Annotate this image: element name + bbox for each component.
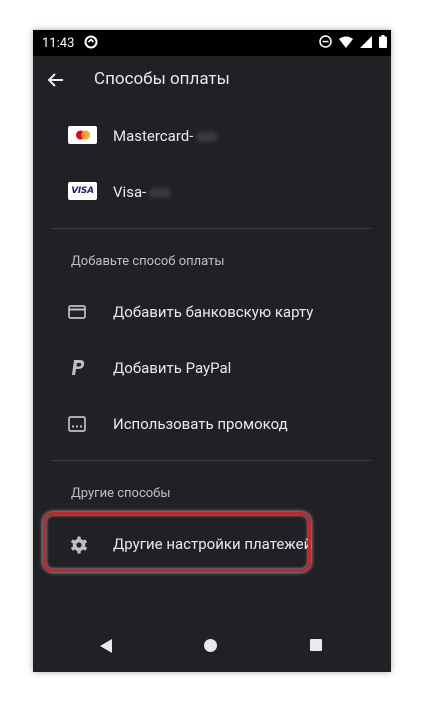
status-bar: 11:43: [33, 30, 391, 56]
add-bank-card-item[interactable]: Добавить банковскую карту: [33, 288, 391, 338]
nav-recents-icon[interactable]: [310, 639, 322, 651]
add-paypal-item[interactable]: Добавить PayPal: [33, 344, 391, 394]
nav-home-icon[interactable]: [204, 639, 217, 652]
do-not-disturb-icon: [319, 35, 332, 48]
other-methods-section-title: Другие способы: [71, 486, 171, 501]
page-title: Способы оплаты: [94, 69, 230, 89]
phone-screen: 11:43 Способы оплаты Mastercard- VISA Vi…: [33, 30, 391, 672]
promo-code-icon: [68, 416, 86, 432]
add-paypal-label: Добавить PayPal: [113, 359, 232, 377]
data-saver-icon: [84, 35, 98, 49]
nav-back-icon[interactable]: [100, 639, 112, 653]
add-bank-card-label: Добавить банковскую карту: [113, 303, 314, 321]
battery-icon: [379, 35, 387, 48]
divider: [52, 228, 371, 229]
app-bar: Способы оплаты: [33, 56, 391, 102]
wifi-icon: [339, 36, 353, 48]
use-promo-code-label: Использовать промокод: [113, 415, 288, 433]
masked-card-number: [149, 188, 172, 199]
add-payment-section-title: Добавьте способ оплаты: [71, 254, 225, 269]
system-nav-bar: [33, 624, 391, 672]
highlight-frame: [43, 512, 311, 572]
credit-card-icon: [68, 305, 86, 319]
status-icons: [319, 35, 387, 48]
divider: [52, 460, 371, 461]
masked-card-number: [196, 132, 219, 143]
paypal-icon: [72, 360, 85, 375]
saved-card-label: Visa-: [113, 183, 172, 201]
saved-card-label: Mastercard-: [113, 127, 219, 145]
use-promo-code-item[interactable]: Использовать промокод: [33, 400, 391, 450]
saved-card-visa[interactable]: VISA Visa-: [33, 168, 391, 218]
back-arrow-icon[interactable]: [45, 69, 67, 91]
mastercard-icon: [68, 126, 97, 144]
saved-card-mastercard[interactable]: Mastercard-: [33, 112, 391, 162]
visa-icon: VISA: [68, 182, 97, 200]
status-time: 11:43: [42, 36, 75, 51]
cell-signal-icon: [360, 35, 372, 48]
